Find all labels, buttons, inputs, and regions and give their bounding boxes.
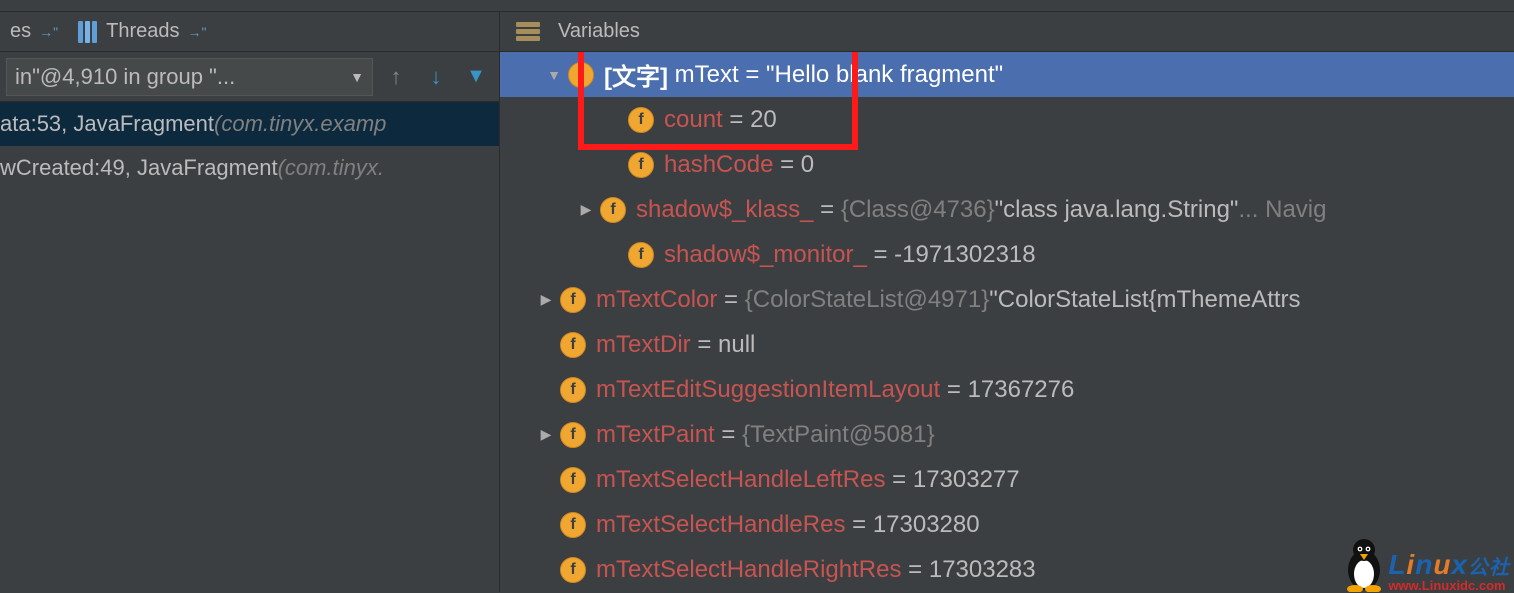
var-name: hashCode [664, 151, 773, 179]
pin-icon: →" [39, 24, 58, 40]
var-value: "class java.lang.String" [995, 196, 1239, 224]
stack-frame-row[interactable]: ata:53, JavaFragment (com.tinyx.examp [0, 102, 499, 146]
nav-frame-up[interactable]: ↑ [379, 60, 413, 94]
variable-row-mtexteditsug[interactable]: f mTextEditSuggestionItemLayout = 173672… [500, 367, 1514, 412]
var-ref: {TextPaint@5081} [742, 421, 935, 449]
variable-row-mtextpaint[interactable]: ▶ f mTextPaint = {TextPaint@5081} [500, 412, 1514, 457]
frame-location: ata:53, JavaFragment [0, 111, 214, 137]
thread-selector-label: in"@4,910 in group "... [15, 64, 235, 90]
arrow-down-icon: ↓ [431, 64, 442, 90]
expand-icon[interactable]: ▶ [532, 426, 560, 443]
stack-frame-row[interactable]: wCreated:49, JavaFragment (com.tinyx. [0, 146, 499, 190]
variables-panel: Variables ▼ f [文字] mText = "Hello blank … [500, 12, 1514, 592]
tab-frames-partial[interactable]: es →" [0, 16, 68, 47]
field-icon: f [560, 377, 586, 403]
var-value: "ColorStateList{mThemeAttrs [989, 286, 1300, 314]
var-name: mTextEditSuggestionItemLayout [596, 376, 940, 404]
expand-icon[interactable]: ▶ [572, 201, 600, 218]
var-extra: ... Navig [1238, 196, 1326, 224]
var-name: mTextSelectHandleLeftRes [596, 466, 885, 494]
field-icon: f [560, 557, 586, 583]
filter-frames[interactable]: ▼ [459, 60, 493, 94]
variable-row-hashcode[interactable]: f hashCode = 0 [500, 142, 1514, 187]
var-name: count [664, 106, 723, 134]
top-toolbar [0, 0, 1514, 12]
penguin-icon [1342, 536, 1386, 592]
var-name: mTextSelectHandleRes [596, 511, 845, 539]
field-icon: f [628, 107, 654, 133]
pin-icon: →" [187, 24, 206, 40]
equals-sign: = [739, 61, 766, 89]
var-value: 0 [801, 151, 814, 179]
tab-variables[interactable]: Variables [500, 16, 650, 47]
variables-tab-bar: Variables [500, 12, 1514, 52]
var-name: shadow$_klass_ [636, 196, 813, 224]
frame-package: (com.tinyx. [278, 155, 384, 181]
field-icon: f [560, 467, 586, 493]
variables-icon [516, 22, 540, 42]
var-name: mTextSelectHandleRightRes [596, 556, 901, 584]
var-value: 20 [750, 106, 777, 134]
variables-tree: ▼ f [文字] mText = "Hello blank fragment" … [500, 52, 1514, 592]
frames-panel: es →" Threads →" in"@4,910 in group "...… [0, 12, 500, 592]
arrow-up-icon: ↑ [391, 64, 402, 90]
field-icon: f [628, 242, 654, 268]
tab-label: Variables [558, 20, 640, 43]
var-value: "Hello blank fragment" [766, 61, 1003, 89]
chevron-down-icon: ▼ [350, 69, 364, 85]
var-name: mTextPaint [596, 421, 715, 449]
field-icon: f [600, 197, 626, 223]
var-value: 17303283 [929, 556, 1036, 584]
frame-package: (com.tinyx.examp [214, 111, 386, 137]
tab-threads[interactable]: Threads →" [68, 16, 216, 47]
var-value: null [718, 331, 755, 359]
field-icon: f [628, 152, 654, 178]
var-annotation: [文字] [604, 57, 668, 92]
var-ref: {ColorStateList@4971} [745, 286, 990, 314]
field-icon: f [560, 422, 586, 448]
threads-icon [78, 21, 98, 43]
variable-row-mtext[interactable]: ▼ f [文字] mText = "Hello blank fragment" [500, 52, 1514, 97]
field-icon: f [560, 332, 586, 358]
var-ref: {Class@4736} [841, 196, 995, 224]
var-name: mTextDir [596, 331, 691, 359]
variable-row-mselleft[interactable]: f mTextSelectHandleLeftRes = 17303277 [500, 457, 1514, 502]
var-value: 17303277 [913, 466, 1020, 494]
tab-label: Threads [106, 20, 179, 43]
frames-tab-bar: es →" Threads →" [0, 12, 499, 52]
var-value: 17367276 [968, 376, 1075, 404]
watermark: Linux公社 www.Linuxidc.com [1342, 536, 1510, 592]
frames-toolbar: in"@4,910 in group "... ▼ ↑ ↓ ▼ [0, 52, 499, 102]
filter-icon: ▼ [466, 65, 486, 88]
variable-row-shadowklass[interactable]: ▶ f shadow$_klass_ = {Class@4736} "class… [500, 187, 1514, 232]
variable-row-count[interactable]: f count = 20 [500, 97, 1514, 142]
main-area: es →" Threads →" in"@4,910 in group "...… [0, 12, 1514, 592]
thread-selector[interactable]: in"@4,910 in group "... ▼ [6, 58, 373, 96]
stack-frames-list: ata:53, JavaFragment (com.tinyx.examp wC… [0, 102, 499, 592]
var-name: mText [675, 61, 739, 89]
collapse-icon[interactable]: ▼ [540, 67, 568, 83]
variable-row-mtextcolor[interactable]: ▶ f mTextColor = {ColorStateList@4971} "… [500, 277, 1514, 322]
nav-frame-down[interactable]: ↓ [419, 60, 453, 94]
field-icon: f [560, 287, 586, 313]
var-name: mTextColor [596, 286, 717, 314]
frame-location: wCreated:49, JavaFragment [0, 155, 278, 181]
watermark-url: www.Linuxidc.com [1388, 579, 1510, 592]
tab-label: es [10, 20, 31, 43]
watermark-text: Linux公社 www.Linuxidc.com [1388, 551, 1510, 592]
field-icon: f [560, 512, 586, 538]
var-value: -1971302318 [894, 241, 1035, 269]
variable-row-shadowmonitor[interactable]: f shadow$_monitor_ = -1971302318 [500, 232, 1514, 277]
watermark-title: Linux公社 [1388, 551, 1510, 579]
field-icon: f [568, 62, 594, 88]
var-name: shadow$_monitor_ [664, 241, 867, 269]
var-value: 17303280 [873, 511, 980, 539]
expand-icon[interactable]: ▶ [532, 291, 560, 308]
variable-row-mtextdir[interactable]: f mTextDir = null [500, 322, 1514, 367]
